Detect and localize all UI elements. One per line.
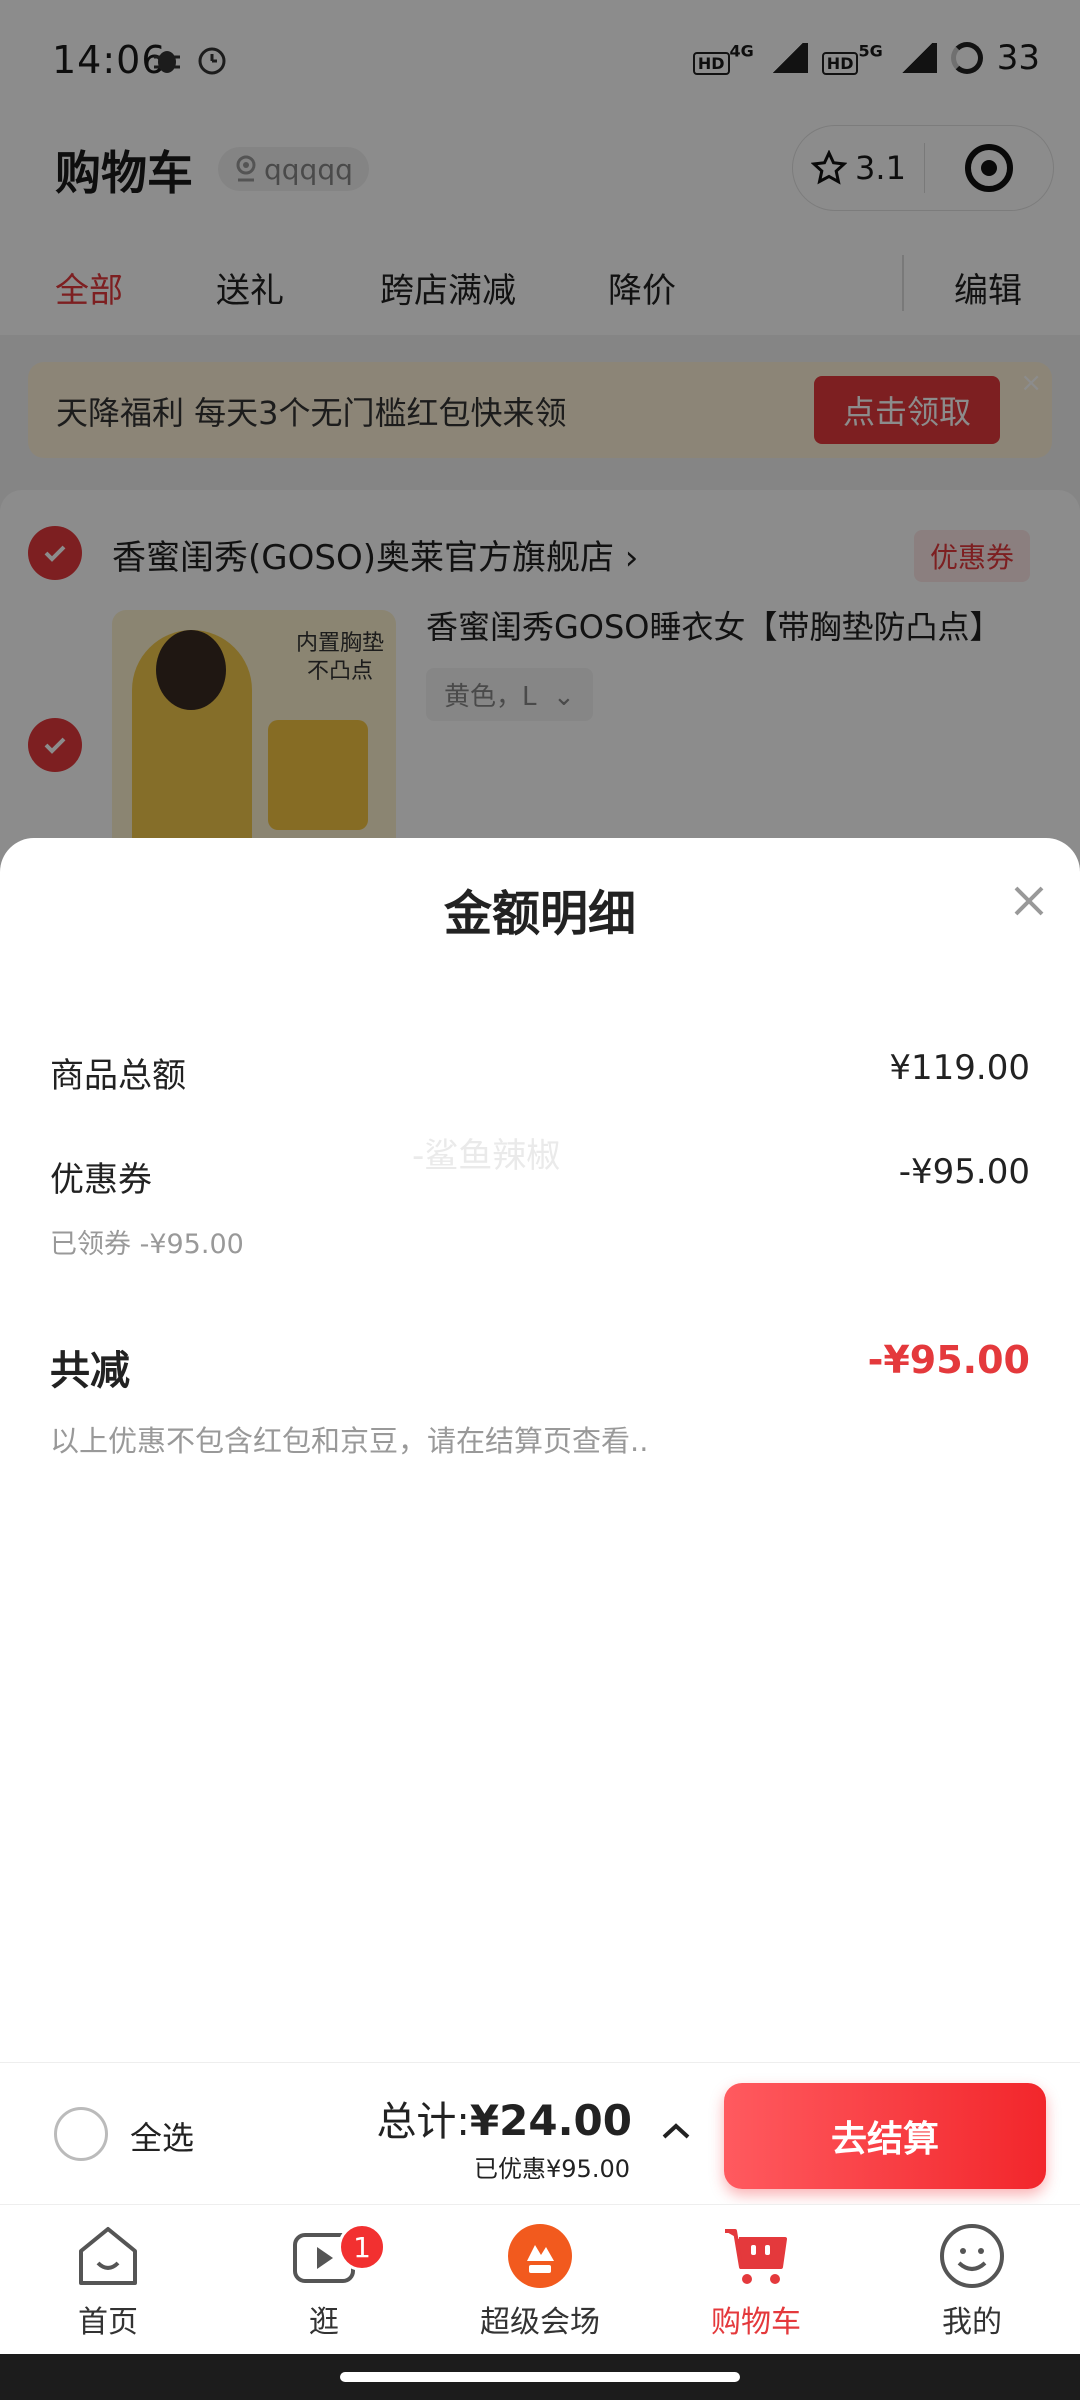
checkout-bar: 全选 总计:¥24.00 已优惠¥95.00 去结算: [0, 2062, 1080, 2204]
total-line: 总计:¥24.00: [376, 2096, 632, 2145]
select-all-checkbox[interactable]: [54, 2107, 108, 2161]
tabbar-item-home[interactable]: 首页: [0, 2205, 216, 2355]
select-all-label[interactable]: 全选: [130, 2113, 194, 2159]
tabbar-item-super-venue[interactable]: 超级会场: [432, 2205, 648, 2355]
bottom-tabbar: 首页 1 逛 超级会场 购物车 我的: [0, 2204, 1080, 2354]
total-amount: ¥24.00: [469, 2096, 632, 2145]
gesture-bar: [0, 2354, 1080, 2400]
sheet-title: 金额明细: [443, 886, 636, 942]
super-venue-icon: [508, 2224, 572, 2288]
coupon-label: 优惠券: [50, 1160, 152, 1200]
goods-total-label: 商品总额: [50, 1056, 186, 1096]
total-discount-label: 共减: [50, 1348, 130, 1394]
checkout-button[interactable]: 去结算: [724, 2083, 1046, 2189]
coupon-sub: 已领券 -¥95.00: [50, 1229, 244, 1260]
close-icon[interactable]: [1004, 876, 1054, 926]
discount-note: 以上优惠不包含红包和京豆，请在结算页查看..: [50, 1424, 649, 1458]
saved-amount: 已优惠¥95.00: [474, 2155, 630, 2183]
watermark: -鲨鱼辣椒: [412, 1136, 561, 1176]
coupon-value: -¥95.00: [898, 1152, 1030, 1192]
notification-badge: 1: [338, 2223, 386, 2271]
home-icon: [79, 2227, 137, 2285]
chevron-up-icon[interactable]: [656, 2115, 696, 2145]
tabbar-item-explore[interactable]: 1 逛: [216, 2205, 432, 2355]
goods-total-value: ¥119.00: [889, 1048, 1030, 1088]
tabbar-item-profile[interactable]: 我的: [864, 2205, 1080, 2355]
home-indicator[interactable]: [340, 2372, 740, 2382]
cart-icon: [725, 2229, 787, 2284]
tabbar-item-cart[interactable]: 购物车: [648, 2205, 864, 2355]
profile-icon: [940, 2224, 1004, 2288]
total-discount-value: -¥95.00: [867, 1338, 1030, 1382]
